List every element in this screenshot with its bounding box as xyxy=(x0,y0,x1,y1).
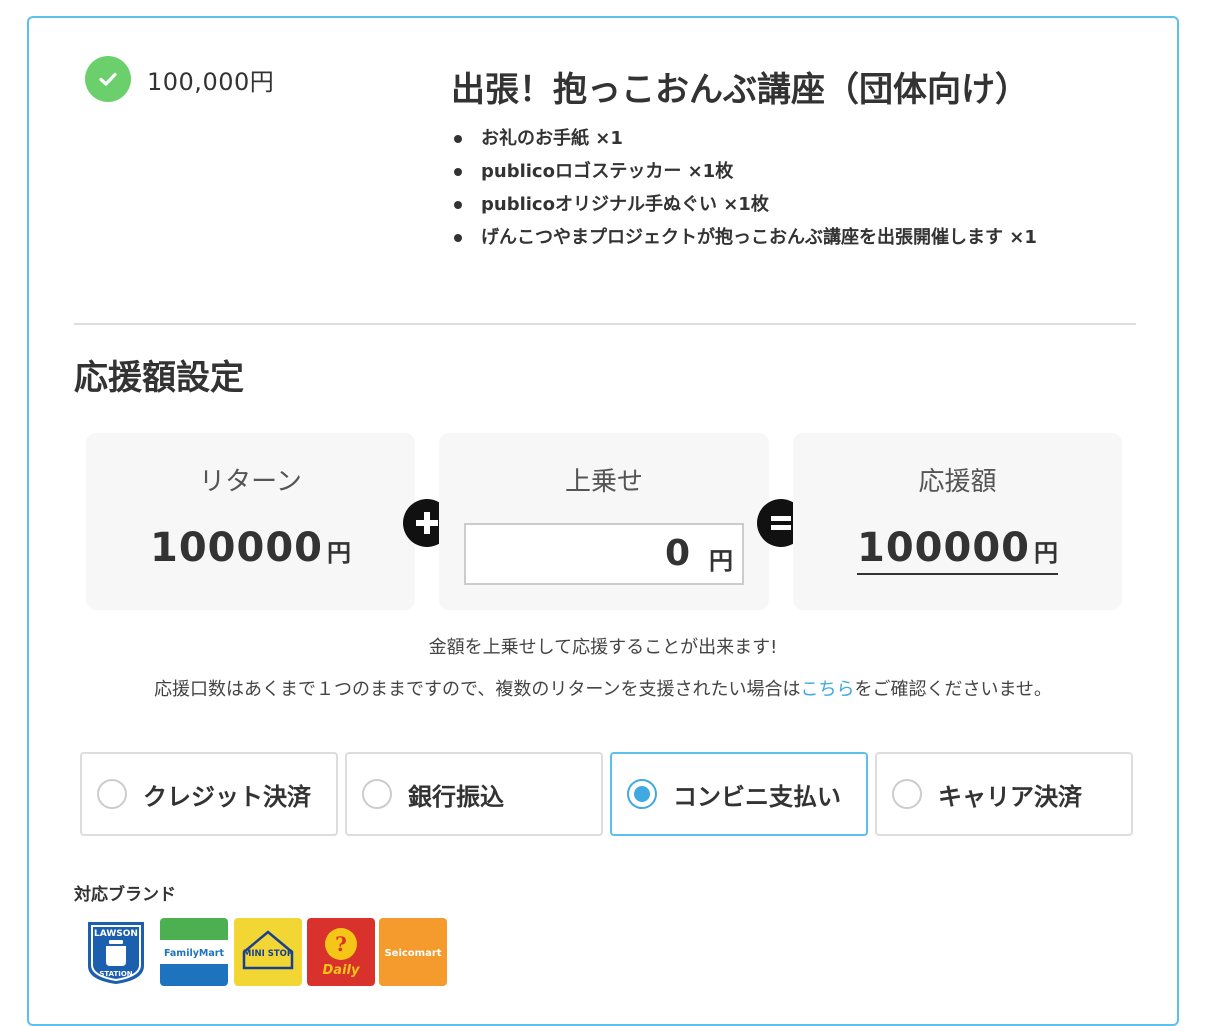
return-value: 100000 円 xyxy=(86,525,415,571)
radio-button-selected[interactable] xyxy=(627,779,657,809)
familymart-logo: FamilyMart xyxy=(160,918,228,986)
reward-item-text: お礼のお手紙 ×1 xyxy=(481,128,623,149)
return-amount: 100000 xyxy=(150,525,323,571)
addon-amount-box: 上乗せ 0 円 xyxy=(439,433,769,610)
check-icon xyxy=(85,56,131,102)
addon-note: 金額を上乗せして応援することが出来ます! xyxy=(428,637,778,658)
seicomart-text: Seicomart xyxy=(384,948,441,959)
yen-unit: 円 xyxy=(1034,539,1058,567)
lawson-text-bottom: STATION xyxy=(99,970,132,978)
radio-button[interactable] xyxy=(892,779,922,809)
yen-unit: 円 xyxy=(327,539,351,567)
yen-unit: 円 xyxy=(709,547,733,575)
radio-button[interactable] xyxy=(362,779,392,809)
reward-price: 100,000円 xyxy=(147,68,275,96)
reward-panel: 100,000円 出張！抱っこおんぶ講座（団体向け） お礼のお手紙 ×1 pub… xyxy=(27,16,1179,1026)
list-item: お礼のお手紙 ×1 xyxy=(451,126,1037,159)
total-underline: 100000 円 xyxy=(857,525,1058,575)
addon-amount-input[interactable]: 0 xyxy=(464,523,744,585)
multiple-return-note: 応援口数はあくまで１つのままですので、複数のリターンを支援されたい場合はこちらを… xyxy=(29,675,1177,701)
payment-label: クレジット決済 xyxy=(143,782,311,811)
payment-bank-option[interactable]: 銀行振込 xyxy=(345,752,603,836)
return-label: リターン xyxy=(199,467,302,497)
svg-text:?: ? xyxy=(335,932,347,956)
daily-text: Daily xyxy=(323,963,360,978)
lawson-text-top: LAWSON xyxy=(94,929,138,939)
payment-credit-option[interactable]: クレジット決済 xyxy=(80,752,338,836)
brands-title: 対応ブランド xyxy=(74,885,176,905)
reward-item-text: publicoオリジナル手ぬぐい ×1枚 xyxy=(481,194,769,215)
ministop-text: MINI STOP xyxy=(243,949,293,959)
total-amount-box: 応援額 100000 円 xyxy=(793,433,1122,610)
bullet-icon xyxy=(454,168,462,176)
total-value: 100000 円 xyxy=(793,525,1122,575)
here-link[interactable]: こちら xyxy=(800,679,854,700)
bullet-icon xyxy=(454,201,462,209)
ministop-logo: MINI STOP xyxy=(234,918,302,986)
list-item: げんこつやまプロジェクトが抱っこおんぶ講座を出張開催します ×1 xyxy=(451,225,1037,258)
reward-title: 出張！抱っこおんぶ講座（団体向け） xyxy=(451,70,1029,110)
return-amount-box: リターン 100000 円 xyxy=(86,433,415,610)
payment-label: キャリア決済 xyxy=(938,782,1082,811)
note-text: 応援口数はあくまで１つのままですので、複数のリターンを支援されたい場合は xyxy=(154,679,801,700)
daily-yamazaki-logo: ? Daily xyxy=(307,918,375,986)
divider xyxy=(74,323,1136,325)
section-title: 応援額設定 xyxy=(74,358,244,398)
reward-item-list: お礼のお手紙 ×1 publicoロゴステッカー ×1枚 publicoオリジナ… xyxy=(451,126,1037,258)
familymart-text: FamilyMart xyxy=(164,948,224,959)
payment-carrier-option[interactable]: キャリア決済 xyxy=(875,752,1133,836)
bullet-icon xyxy=(454,135,462,143)
reward-item-text: げんこつやまプロジェクトが抱っこおんぶ講座を出張開催します ×1 xyxy=(481,227,1037,248)
list-item: publicoロゴステッカー ×1枚 xyxy=(451,159,1037,192)
payment-convenience-option[interactable]: コンビニ支払い xyxy=(610,752,868,836)
total-amount: 100000 xyxy=(857,525,1030,571)
lawson-logo: LAWSON STATION xyxy=(82,918,150,986)
reward-item-text: publicoロゴステッカー ×1枚 xyxy=(481,161,734,182)
list-item: publicoオリジナル手ぬぐい ×1枚 xyxy=(451,192,1037,225)
note-text: をご確認くださいませ。 xyxy=(854,679,1052,700)
addon-label: 上乗せ xyxy=(564,467,643,497)
payment-label: 銀行振込 xyxy=(408,782,504,811)
seicomart-logo: Seicomart xyxy=(379,918,447,986)
total-label: 応援額 xyxy=(918,467,997,497)
payment-label: コンビニ支払い xyxy=(673,782,841,811)
bullet-icon xyxy=(454,234,462,242)
radio-button[interactable] xyxy=(97,779,127,809)
